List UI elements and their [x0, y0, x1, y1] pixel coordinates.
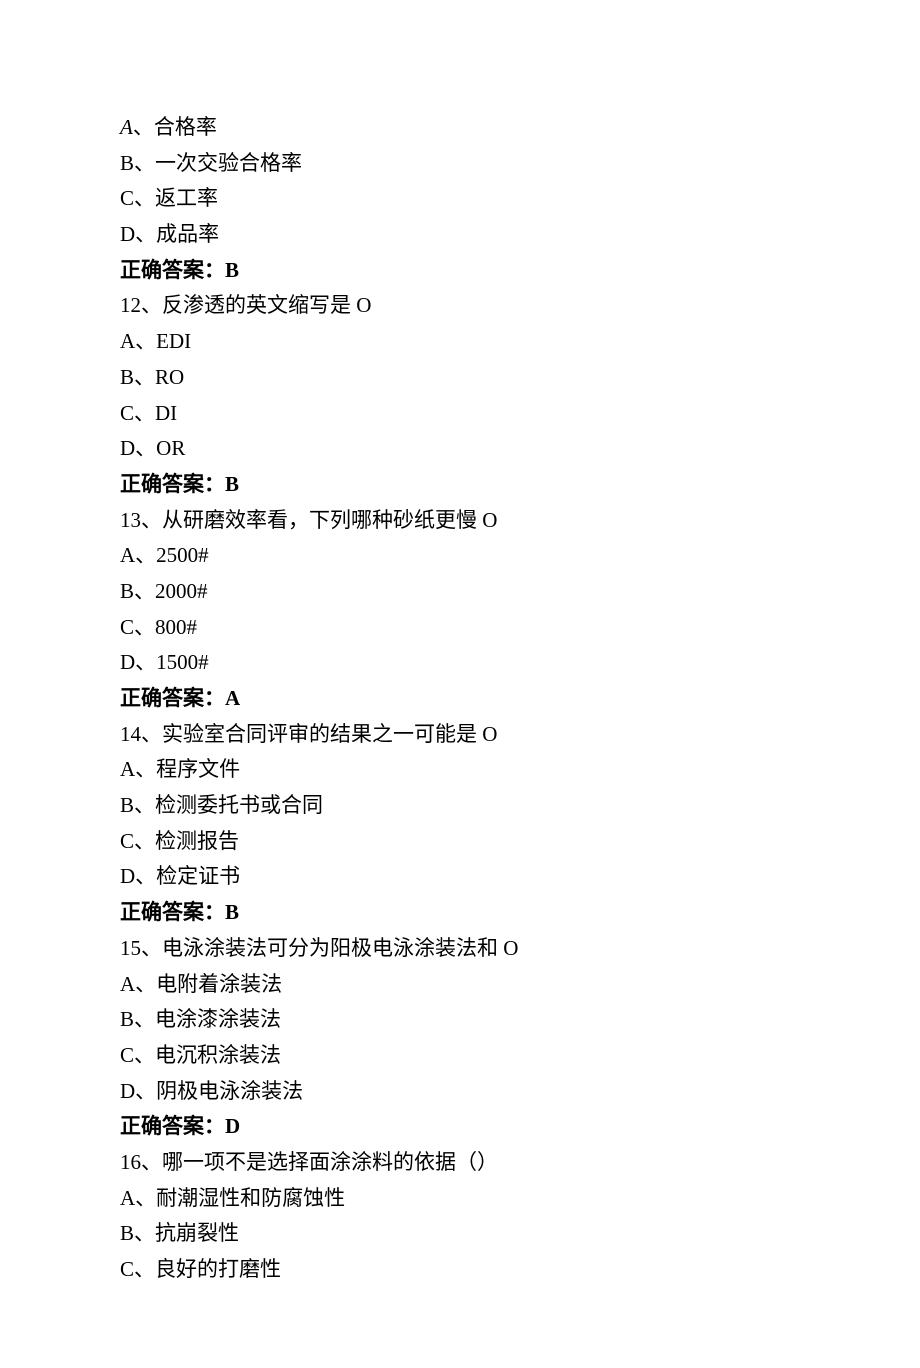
q13-option-c: C、800#: [120, 610, 800, 646]
q13-option-d: D、1500#: [120, 645, 800, 681]
q14-option-b: B、检测委托书或合同: [120, 788, 800, 824]
q15-option-a: A、电附着涂装法: [120, 967, 800, 1003]
q11-option-a: A、合格率: [120, 110, 800, 146]
q14-option-d: D、检定证书: [120, 859, 800, 895]
q13-answer: 正确答案：A: [120, 681, 800, 717]
q12-option-b: B、RO: [120, 360, 800, 396]
q14-option-a: A、程序文件: [120, 752, 800, 788]
q12-answer: 正确答案：B: [120, 467, 800, 503]
q11-option-d: D、成品率: [120, 217, 800, 253]
q15-option-b: B、电涂漆涂装法: [120, 1002, 800, 1038]
q16-option-a: A、耐潮湿性和防腐蚀性: [120, 1181, 800, 1217]
q12-option-c: C、DI: [120, 396, 800, 432]
q13-stem: 13、从研磨效率看，下列哪种砂纸更慢 O: [120, 503, 800, 539]
q14-answer: 正确答案：B: [120, 895, 800, 931]
q13-option-b: B、2000#: [120, 574, 800, 610]
q11-option-b: B、一次交验合格率: [120, 146, 800, 182]
document-page: A、合格率 B、一次交验合格率 C、返工率 D、成品率 正确答案：B 12、反渗…: [0, 0, 920, 1368]
q15-answer: 正确答案：D: [120, 1109, 800, 1145]
q13-option-a: A、2500#: [120, 538, 800, 574]
q16-option-b: B、抗崩裂性: [120, 1216, 800, 1252]
q15-option-d: D、阴极电泳涂装法: [120, 1074, 800, 1110]
q16-stem: 16、哪一项不是选择面涂涂料的依据（）: [120, 1145, 800, 1181]
q15-option-c: C、电沉积涂装法: [120, 1038, 800, 1074]
option-a-letter: A: [120, 115, 133, 139]
q12-stem: 12、反渗透的英文缩写是 O: [120, 288, 800, 324]
q11-option-c: C、返工率: [120, 181, 800, 217]
q16-option-c: C、良好的打磨性: [120, 1252, 800, 1288]
q11-answer: 正确答案：B: [120, 253, 800, 289]
option-a-text: 、合格率: [133, 115, 217, 139]
q12-option-d: D、OR: [120, 431, 800, 467]
q14-stem: 14、实验室合同评审的结果之一可能是 O: [120, 717, 800, 753]
q14-option-c: C、检测报告: [120, 824, 800, 860]
q15-stem: 15、电泳涂装法可分为阳极电泳涂装法和 O: [120, 931, 800, 967]
q12-option-a: A、EDI: [120, 324, 800, 360]
